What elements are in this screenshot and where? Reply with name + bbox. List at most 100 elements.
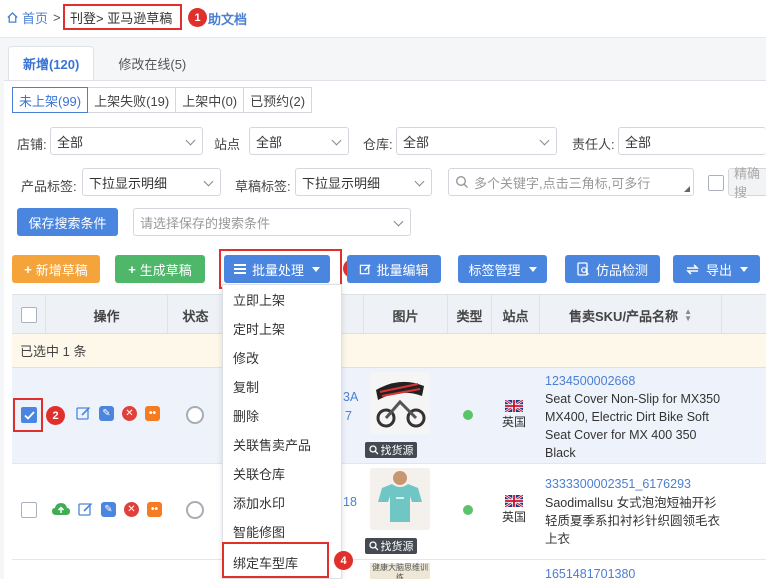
home-link[interactable]: 首页 — [6, 8, 48, 27]
header-select-all-cell — [12, 295, 46, 335]
tab-new[interactable]: 新增(120) — [8, 46, 95, 80]
search-icon — [368, 445, 378, 455]
subtab-listing[interactable]: 上架中(0) — [175, 87, 245, 113]
status-subtabs: 未上架(99) 上架失败(19) 上架中(0) 已预约(2) — [12, 87, 313, 113]
search-icon — [455, 175, 468, 188]
subtab-not-listed[interactable]: 未上架(99) — [12, 87, 89, 113]
delete-icon[interactable]: ✕ — [122, 406, 137, 421]
header-ops: 操作 — [46, 295, 168, 335]
annotation-badge-1: 1 — [188, 8, 207, 27]
menu-item-add-watermark[interactable]: 添加水印 — [223, 488, 341, 517]
table-header: 操作 状态 图片 类型 站点 售卖SKU/产品名称 ▲ ▼ — [12, 294, 766, 335]
menu-item-link-product[interactable]: 关联售卖产品 — [223, 430, 341, 459]
chevron-down-icon — [393, 216, 404, 227]
chevron-down-icon — [203, 176, 214, 187]
caret-down-icon — [312, 266, 320, 272]
pencil-icon[interactable]: ✎ — [101, 502, 116, 517]
menu-item-delete[interactable]: 删除 — [223, 401, 341, 430]
pencil-icon[interactable]: ✎ — [99, 406, 114, 421]
batch-edit-button[interactable]: 批量编辑 — [347, 255, 441, 283]
product-tag-select[interactable]: 下拉显示明细 — [82, 168, 221, 196]
warehouse-select[interactable]: 全部 — [396, 127, 557, 155]
site-select[interactable]: 全部 — [249, 127, 349, 155]
product-sku-link[interactable]: 1651481701380 — [545, 567, 635, 579]
batch-process-menu: 立即上架 定时上架 修改 复制 删除 关联售卖产品 关联仓库 添加水印 智能修图… — [222, 284, 342, 579]
chevron-down-icon — [539, 135, 550, 146]
product-tag-label: 产品标签: — [21, 179, 77, 194]
annotation-box-2 — [13, 398, 43, 432]
product-sku-link[interactable]: 1234500002668 — [545, 374, 635, 388]
status-indicator — [186, 501, 204, 519]
header-sku-name[interactable]: 售卖SKU/产品名称 ▲ ▼ — [540, 295, 722, 335]
uk-flag-icon — [504, 399, 524, 413]
subtab-list-failed[interactable]: 上架失败(19) — [87, 87, 177, 113]
row-actions: ✎ ✕ •• — [58, 406, 160, 421]
plus-icon: + — [128, 261, 136, 277]
add-draft-button[interactable]: + 新增草稿 — [12, 255, 100, 283]
menu-item-modify[interactable]: 修改 — [223, 343, 341, 372]
help-doc-link[interactable]: 助文档 — [208, 9, 247, 28]
batch-process-button[interactable]: 批量处理 — [224, 255, 330, 283]
counterfeit-check-button[interactable]: 仿品检测 — [565, 255, 660, 283]
product-image[interactable] — [370, 468, 430, 530]
multiline-triangle-icon[interactable] — [684, 186, 690, 192]
owner-label: 责任人: — [572, 137, 615, 152]
list-icon — [233, 264, 246, 274]
menu-item-link-warehouse[interactable]: 关联仓库 — [223, 459, 341, 488]
header-image: 图片 — [364, 295, 448, 335]
save-search-button[interactable]: 保存搜索条件 — [17, 208, 118, 236]
table-row[interactable]: 健康大脑思维训练 1651481701380 — [12, 560, 766, 579]
subtab-reserved[interactable]: 已预约(2) — [243, 87, 313, 113]
owner-select[interactable]: 全部 — [618, 127, 766, 155]
shop-select[interactable]: 全部 — [50, 127, 203, 155]
saved-search-select[interactable]: 请选择保存的搜索条件 — [133, 208, 411, 236]
partial-code-2: 7 — [345, 409, 352, 423]
site-cell: 英国 — [502, 494, 526, 525]
generate-draft-button[interactable]: + 生成草稿 — [115, 255, 205, 283]
more-icon[interactable]: •• — [145, 406, 160, 421]
caret-down-icon — [740, 266, 748, 272]
site-cell: 英国 — [502, 399, 526, 430]
exact-search-checkbox[interactable] — [708, 175, 724, 191]
select-all-checkbox[interactable] — [20, 307, 37, 323]
selection-summary: 已选中 1 条 — [12, 334, 766, 368]
product-name: Saodimallsu 女式泡泡短袖开衫轻质夏季系扣衬衫针织圆领毛衣上衣 — [545, 496, 721, 546]
find-source-button[interactable]: 找货源 — [365, 538, 417, 554]
product-sku-link[interactable]: 3333300002351_6176293 — [545, 477, 691, 491]
product-name: Seat Cover Non-Slip for MX350 MX400, Ele… — [545, 392, 721, 460]
keyword-search-input[interactable]: 多个关键字,点击三角标,可多行 — [448, 168, 694, 196]
row-checkbox[interactable] — [21, 502, 37, 518]
type-indicator-dot — [463, 410, 473, 420]
menu-item-list-now[interactable]: 立即上架 — [223, 285, 341, 314]
upload-cloud-icon[interactable] — [52, 502, 70, 517]
table-row[interactable]: ✎ ✕ •• 18 找货源 英国 3333300002351_6176293 S… — [12, 464, 766, 560]
product-image-partial: 健康大脑思维训练 — [370, 563, 430, 579]
seat-cover-image — [370, 372, 430, 434]
edit-icon[interactable] — [76, 406, 91, 421]
export-button[interactable]: 导出 — [673, 255, 760, 283]
status-indicator — [186, 406, 204, 424]
tab-modify-online[interactable]: 修改在线(5) — [94, 46, 210, 80]
row-actions: ✎ ✕ •• — [52, 502, 162, 517]
edit-icon[interactable] — [78, 502, 93, 517]
main-tabs: 新增(120) 修改在线(5) — [8, 46, 210, 80]
draft-tag-select[interactable]: 下拉显示明细 — [295, 168, 432, 196]
caret-down-icon — [528, 266, 537, 272]
chevron-down-icon — [185, 135, 196, 146]
chevron-down-icon — [331, 135, 342, 146]
shop-label: 店铺: — [17, 137, 47, 152]
find-source-button[interactable]: 找货源 — [365, 442, 417, 458]
partial-code: 18 — [343, 495, 357, 509]
more-icon[interactable]: •• — [147, 502, 162, 517]
menu-item-scheduled-list[interactable]: 定时上架 — [223, 314, 341, 343]
exact-search-button[interactable]: 精确搜 — [728, 166, 766, 200]
menu-item-copy[interactable]: 复制 — [223, 372, 341, 401]
sort-icon[interactable]: ▲ ▼ — [684, 308, 692, 323]
breadcrumb-current: 刊登> 亚马逊草稿 — [70, 10, 173, 26]
tag-manage-button[interactable]: 标签管理 — [458, 255, 547, 283]
product-image[interactable] — [370, 372, 430, 434]
document-search-icon — [577, 262, 589, 276]
blouse-image — [370, 468, 430, 530]
upload-cloud-icon[interactable] — [58, 406, 68, 421]
delete-icon[interactable]: ✕ — [124, 502, 139, 517]
